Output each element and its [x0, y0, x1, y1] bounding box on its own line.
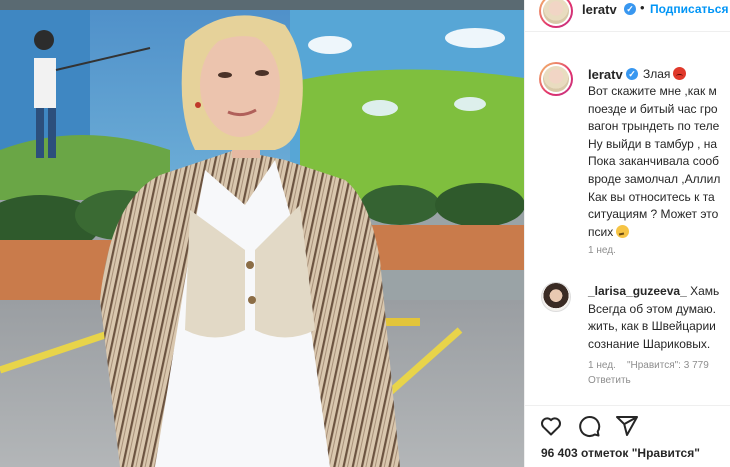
verified-icon: ✓	[626, 68, 638, 80]
post-caption: Вот скажите мне ,как м поезде и битый ча…	[588, 83, 730, 241]
mood-text: Злая	[643, 67, 671, 81]
caption-line: ситуациям ? Может это	[588, 207, 719, 222]
post-photo[interactable]	[0, 0, 524, 467]
heart-icon[interactable]	[539, 414, 563, 438]
post-actions: 96 403 отметок "Нравится"	[525, 405, 730, 467]
reply-button[interactable]: Ответить	[588, 375, 631, 386]
comment-meta: 1 нед. "Нравится": 3 779	[588, 360, 709, 371]
follow-button[interactable]: Подписаться	[650, 2, 728, 16]
verified-icon: ✓	[624, 3, 636, 15]
thinking-face-icon	[616, 224, 630, 238]
caption-mood: Злая	[643, 67, 687, 81]
comment-line: Всегда об этом думаю.	[588, 301, 717, 316]
comment-icon[interactable]	[577, 414, 601, 438]
caption-line: Вот скажите мне ,как м	[588, 84, 717, 98]
caption-line: Ну выйди в тамбур , на	[588, 136, 718, 151]
post-image	[0, 0, 524, 467]
share-icon[interactable]	[615, 414, 639, 438]
commenter-avatar[interactable]	[541, 282, 571, 312]
comments-section: leratv ✓ Злая Вот скажите мне ,как м пое…	[525, 33, 730, 405]
comment-likes-count[interactable]: "Нравится": 3 779	[627, 360, 709, 371]
caption-line: вроде замолчал ,Аллил	[588, 171, 721, 186]
likes-count[interactable]: 96 403 отметок "Нравится"	[541, 446, 700, 460]
caption-line: вагон трындеть по теле	[588, 119, 720, 134]
comment-line: жить, как в Швейцарии	[588, 319, 716, 334]
comment-line: сознание Шариковых.	[588, 336, 711, 351]
commenter-username[interactable]: _larisa_guzeeva_	[588, 284, 687, 298]
author-avatar[interactable]	[539, 0, 573, 28]
caption-author-username[interactable]: leratv	[588, 67, 623, 82]
comment-timestamp[interactable]: 1 нед.	[588, 360, 616, 371]
caption-line: поезде и битый час гро	[588, 101, 718, 116]
caption-line: Пока заканчивала сооб	[588, 154, 720, 169]
caption-line: псих	[588, 224, 614, 239]
separator-dot: •	[640, 0, 645, 15]
comment-text: _larisa_guzeeva_ Хамь Всегда об этом дум…	[588, 283, 730, 353]
caption-line: Как вы относитесь к та	[588, 189, 715, 204]
post-header: leratv ✓ • Подписаться	[525, 0, 730, 32]
post-timestamp[interactable]: 1 нед.	[588, 245, 616, 256]
author-username[interactable]: leratv	[582, 2, 617, 17]
angry-face-icon	[673, 67, 687, 80]
caption-author-avatar[interactable]	[539, 62, 573, 96]
comment-line: Хамь	[690, 284, 720, 298]
post-side-panel: leratv ✓ • Подписаться leratv ✓ Злая Вот…	[524, 0, 730, 467]
